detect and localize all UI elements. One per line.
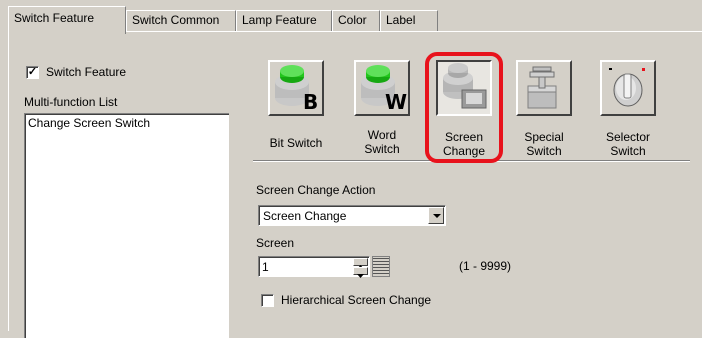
special-switch-icon [527,66,557,109]
screen-number-value: 1 [262,260,269,274]
screen-change-action-label: Screen Change Action [256,183,376,197]
word-switch-label: Word Switch [364,128,400,156]
bit-switch-label: Bit Switch [269,136,323,150]
tab-label-tab[interactable]: Label [380,10,438,32]
bit-switch-button[interactable]: B [268,60,324,116]
switch-feature-checkbox[interactable]: ✓ [26,66,39,79]
tab-label: Lamp Feature [242,13,317,27]
tab-label: Switch Common [132,13,220,27]
tab-switch-feature[interactable]: Switch Feature [8,6,126,34]
tab-color[interactable]: Color [332,10,380,32]
selector-switch-icon [609,68,645,107]
tab-label: Label [386,13,416,27]
selector-switch-label: Selector Switch [605,130,651,158]
tab-switch-common[interactable]: Switch Common [126,10,236,32]
screen-change-action-select[interactable]: Screen Change [258,205,446,226]
spin-down-button[interactable] [353,267,368,278]
special-switch-label: Special Switch [524,130,564,158]
dropdown-button[interactable] [428,207,444,224]
tab-label: Color [338,13,367,27]
special-switch-button[interactable] [516,60,572,116]
screen-range-text: (1 - 9999) [459,259,512,273]
screen-change-label: Screen Change [442,130,486,158]
check-mark-icon: ✓ [27,66,38,78]
tab-label: Switch Feature [14,11,95,25]
bit-letter: B [303,90,318,114]
screen-label: Screen [256,236,295,250]
selector-switch-button[interactable] [600,60,656,116]
bit-switch-icon: B [275,65,318,114]
hierarchical-screen-change-checkbox[interactable] [261,294,274,307]
word-switch-icon: W [361,65,407,114]
arrow-down-icon [357,274,364,278]
list-item[interactable]: Change Screen Switch [28,116,226,130]
tab-lamp-feature[interactable]: Lamp Feature [236,10,332,32]
word-switch-button[interactable]: W [354,60,410,116]
screen-change-action-value: Screen Change [263,209,347,223]
multi-function-list[interactable]: Change Screen Switch [24,113,229,338]
switch-feature-checkbox-label[interactable]: Switch Feature [46,65,126,79]
word-letter: W [385,90,407,114]
spin-up-button[interactable] [353,258,368,269]
hierarchical-screen-change-label[interactable]: Hierarchical Screen Change [281,293,431,307]
tab-bar: Switch Feature Switch Common Lamp Featur… [8,6,698,34]
keypad-icon[interactable] [372,256,390,277]
chevron-down-icon [433,214,441,218]
multi-function-list-label: Multi-function List [24,95,118,109]
screen-number-input[interactable]: 1 [258,256,370,278]
